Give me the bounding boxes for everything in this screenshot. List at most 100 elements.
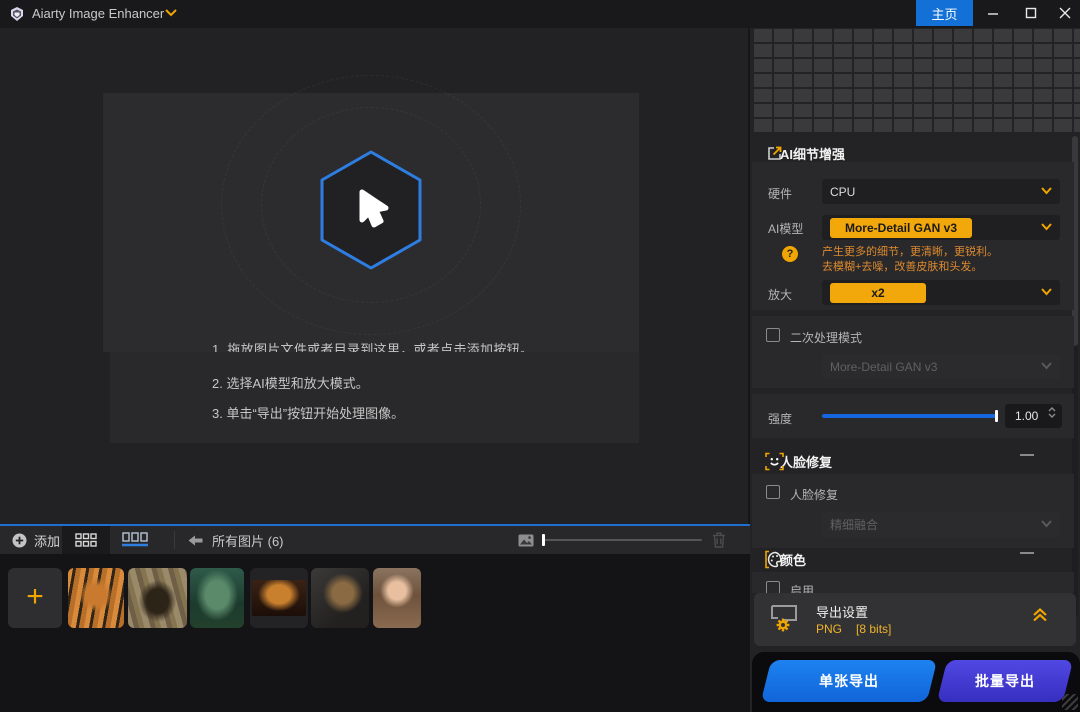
app-title: Aiarty Image Enhancer	[32, 6, 165, 21]
model-description-line2: 去模糊+去噪，改善皮肤和头发。	[822, 261, 983, 273]
thumbnail-size-slider-handle[interactable]	[542, 534, 545, 546]
minimize-icon	[988, 13, 998, 15]
face-restore-checkbox[interactable]	[766, 485, 780, 499]
trash-icon[interactable]	[712, 532, 726, 548]
strength-value-box[interactable]: 1.00	[1005, 404, 1062, 428]
export-button-bar: 单张导出 批量导出	[752, 652, 1080, 712]
settings-panel: AI细节增强 硬件 CPU AI模型 More-Detail GAN v3 ? …	[752, 28, 1080, 712]
list-view-button[interactable]	[112, 526, 158, 554]
face-blend-dropdown[interactable]: 精细融合	[822, 512, 1060, 537]
maximize-button[interactable]	[1014, 0, 1048, 26]
face-blend-value: 精细融合	[830, 518, 879, 532]
color-palette-icon	[765, 550, 782, 569]
face-restore-collapse-icon[interactable]	[1020, 454, 1034, 456]
instruction-step-3: 3. 单击“导出”按钮开始处理图像。	[212, 406, 405, 421]
thumbnail-burger-image	[252, 580, 306, 616]
batch-export-button[interactable]: 批量导出	[936, 660, 1074, 702]
thumbnail-butterfly[interactable]	[128, 568, 187, 628]
title-bar: Aiarty Image Enhancer 主页	[0, 0, 1080, 28]
batch-export-label: 批量导出	[975, 673, 1035, 689]
back-arrow-icon	[188, 535, 203, 545]
export-settings-panel[interactable]: 导出设置 PNG [8 bits]	[754, 593, 1076, 646]
all-images-label: 所有图片 (6)	[212, 533, 284, 549]
instructions-panel: 2. 选择AI模型和放大模式。 3. 单击“导出”按钮开始处理图像。	[110, 352, 639, 443]
strength-slider[interactable]	[822, 410, 998, 422]
ai-model-dropdown[interactable]: More-Detail GAN v3	[822, 215, 1060, 240]
grid-view-icon	[75, 533, 97, 547]
app-logo-icon	[11, 7, 23, 21]
hardware-value: CPU	[830, 184, 856, 199]
face-restore-checkbox-label: 人脸修复	[790, 488, 839, 502]
chevron-down-icon	[1041, 223, 1052, 231]
hardware-dropdown[interactable]: CPU	[822, 179, 1060, 204]
thumbnail-size-control	[518, 526, 702, 554]
drop-zone[interactable]: 1. 拖放图片文件或者目录到这里，或者点击添加按钮。	[103, 75, 639, 357]
ai-enhance-icon	[768, 146, 782, 160]
hardware-label: 硬件	[768, 187, 793, 201]
minimize-button[interactable]	[976, 0, 1010, 26]
export-bits-value: [8 bits]	[856, 622, 892, 636]
thumbnail-tiger[interactable]	[68, 568, 124, 628]
second-pass-checkbox[interactable]	[766, 328, 780, 342]
face-restore-title: 人脸修复	[780, 454, 833, 470]
thumbnail-size-slider[interactable]	[542, 534, 702, 546]
upscale-dropdown[interactable]: x2	[822, 280, 1060, 305]
chevron-down-icon	[1041, 520, 1052, 528]
add-image-tile[interactable]: +	[8, 568, 62, 628]
upscale-value: x2	[830, 282, 926, 303]
file-toolbar: 添加 所有图片 (6)	[0, 524, 750, 554]
color-enable-checkbox[interactable]	[766, 581, 780, 593]
app-window: Aiarty Image Enhancer 主页 1. 拖放图片文件或者目录到这…	[0, 0, 1080, 712]
add-files-label: 添加	[34, 533, 61, 549]
chevron-down-icon	[1041, 362, 1052, 370]
close-icon	[1059, 7, 1071, 19]
thumbnail-strip: +	[0, 554, 750, 712]
maximize-icon	[1025, 7, 1037, 19]
single-export-button[interactable]: 单张导出	[760, 660, 938, 702]
add-plus-yellow-icon: +	[26, 579, 44, 613]
chevron-down-icon	[1041, 187, 1052, 195]
all-images-filter[interactable]: 所有图片 (6)	[188, 526, 284, 554]
second-pass-label: 二次处理模式	[790, 331, 863, 345]
color-collapse-icon[interactable]	[1020, 552, 1034, 554]
section-header-face-restore: 人脸修复	[752, 448, 1072, 474]
model-description-line1: 产生更多的细节，更清晰，更锐利。	[822, 246, 998, 258]
ai-model-label: AI模型	[768, 222, 804, 236]
add-files-button[interactable]: 添加	[4, 526, 68, 554]
export-collapse-double-chevron-icon[interactable]	[1032, 607, 1048, 623]
transparency-checker-preview	[752, 28, 1080, 134]
strength-slider-handle[interactable]	[995, 410, 998, 422]
instruction-step-2: 2. 选择AI模型和放大模式。	[212, 376, 369, 391]
grid-view-button[interactable]	[62, 526, 110, 554]
home-button[interactable]: 主页	[916, 0, 973, 26]
stepper-up-icon	[1048, 407, 1056, 412]
strength-stepper[interactable]	[1048, 407, 1056, 418]
model-help-icon[interactable]: ?	[782, 246, 798, 262]
export-format-value: PNG	[816, 622, 843, 636]
thumbnail-terrarium[interactable]	[190, 568, 244, 628]
resize-grip-icon[interactable]	[1062, 694, 1078, 710]
ai-enhance-group: 硬件 CPU AI模型 More-Detail GAN v3 ? 产生更多的细节…	[752, 162, 1074, 310]
thumbnail-burger[interactable]	[250, 568, 308, 628]
strength-group: 强度 1.00	[752, 394, 1074, 438]
app-menu-chevron-icon[interactable]	[165, 9, 177, 17]
thumbnail-woman[interactable]	[373, 568, 421, 628]
thumbnail-dog[interactable]	[311, 568, 369, 628]
color-group: 启用	[752, 572, 1074, 593]
stepper-down-icon	[1048, 413, 1056, 418]
second-pass-model-dropdown[interactable]: More-Detail GAN v3	[822, 354, 1060, 379]
toolbar-divider	[174, 531, 175, 549]
face-restore-group: 人脸修复 精细融合	[752, 474, 1074, 548]
drop-hexagon-cursor-icon	[320, 150, 422, 270]
section-header-color: 颜色	[752, 546, 1072, 572]
strength-label: 强度	[768, 412, 793, 426]
ai-enhance-title: AI细节增强	[780, 146, 846, 162]
second-pass-model-value: More-Detail GAN v3	[830, 359, 938, 374]
single-export-label: 单张导出	[819, 673, 879, 689]
ai-model-value: More-Detail GAN v3	[830, 217, 972, 238]
export-settings-title: 导出设置	[816, 605, 869, 620]
second-pass-group: 二次处理模式 More-Detail GAN v3	[752, 316, 1074, 388]
preview-area: 1. 拖放图片文件或者目录到这里，或者点击添加按钮。 2. 选择AI模型和放大模…	[0, 28, 750, 524]
close-button[interactable]	[1048, 0, 1080, 26]
color-enable-label: 启用	[790, 584, 815, 593]
